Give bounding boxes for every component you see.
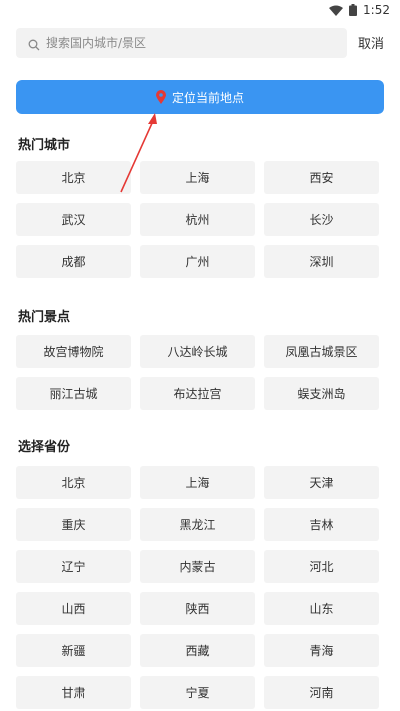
province-item[interactable]: 上海: [140, 466, 255, 499]
cancel-button[interactable]: 取消: [358, 33, 384, 52]
province-item[interactable]: 北京: [16, 466, 131, 499]
province-item[interactable]: 辽宁: [16, 550, 131, 583]
battery-icon: [349, 4, 358, 16]
search-box[interactable]: [16, 28, 347, 58]
hot-spots-grid: 故宫博物院 八达岭长城 凤凰古城景区丽江古城 布达拉宫 蜈支洲岛: [16, 335, 384, 410]
hot-spot-item[interactable]: 布达拉宫: [140, 377, 255, 410]
hot-city-item[interactable]: 杭州: [140, 203, 255, 236]
status-icons: 1:52: [329, 3, 390, 17]
status-bar: 1:52: [0, 0, 400, 22]
location-pin-icon: [155, 90, 166, 104]
wifi-icon: [329, 5, 344, 16]
province-item[interactable]: 吉林: [264, 508, 379, 541]
search-input[interactable]: [46, 36, 316, 50]
province-item[interactable]: 陕西: [140, 592, 255, 625]
hot-spot-item[interactable]: 凤凰古城景区: [264, 335, 379, 368]
province-item[interactable]: 甘肃: [16, 676, 131, 709]
hot-city-item[interactable]: 长沙: [264, 203, 379, 236]
province-item[interactable]: 重庆: [16, 508, 131, 541]
hot-spots-title: 热门景点: [18, 310, 71, 325]
province-item[interactable]: 西藏: [140, 634, 255, 667]
provinces-grid: 北京 上海 天津重庆 黑龙江 吉林辽宁 内蒙古 河北山西 陕西 山东新疆 西藏 青海甘肃 宁夏 河南: [16, 466, 384, 709]
hot-city-item[interactable]: 成都: [16, 245, 131, 278]
hot-spot-item[interactable]: 故宫博物院: [16, 335, 131, 368]
search-icon: [28, 36, 42, 51]
hot-city-item[interactable]: 深圳: [264, 245, 379, 278]
hot-cities-title: 热门城市: [18, 138, 71, 153]
province-item[interactable]: 新疆: [16, 634, 131, 667]
hot-spot-item[interactable]: 蜈支洲岛: [264, 377, 379, 410]
search-row: 取消: [16, 28, 384, 58]
province-item[interactable]: 河北: [264, 550, 379, 583]
hot-spot-item[interactable]: 八达岭长城: [140, 335, 255, 368]
status-time: 1:52: [363, 3, 390, 17]
province-item[interactable]: 河南: [264, 676, 379, 709]
hot-city-item[interactable]: 北京: [16, 161, 131, 194]
locate-button-label: 定位当前地点: [171, 90, 244, 105]
locate-current-location-button[interactable]: 定位当前地点: [16, 80, 384, 114]
hot-city-item[interactable]: 上海: [140, 161, 255, 194]
province-item[interactable]: 黑龙江: [140, 508, 255, 541]
province-item[interactable]: 宁夏: [140, 676, 255, 709]
province-item[interactable]: 青海: [264, 634, 379, 667]
hot-city-item[interactable]: 武汉: [16, 203, 131, 236]
hot-city-item[interactable]: 广州: [140, 245, 255, 278]
province-item[interactable]: 山西: [16, 592, 131, 625]
province-item[interactable]: 山东: [264, 592, 379, 625]
hot-city-item[interactable]: 西安: [264, 161, 379, 194]
province-item[interactable]: 内蒙古: [140, 550, 255, 583]
province-item[interactable]: 天津: [264, 466, 379, 499]
provinces-title: 选择省份: [18, 440, 71, 455]
hot-cities-grid: 北京 上海 西安武汉 杭州 长沙成都 广州 深圳: [16, 161, 384, 278]
hot-spot-item[interactable]: 丽江古城: [16, 377, 131, 410]
